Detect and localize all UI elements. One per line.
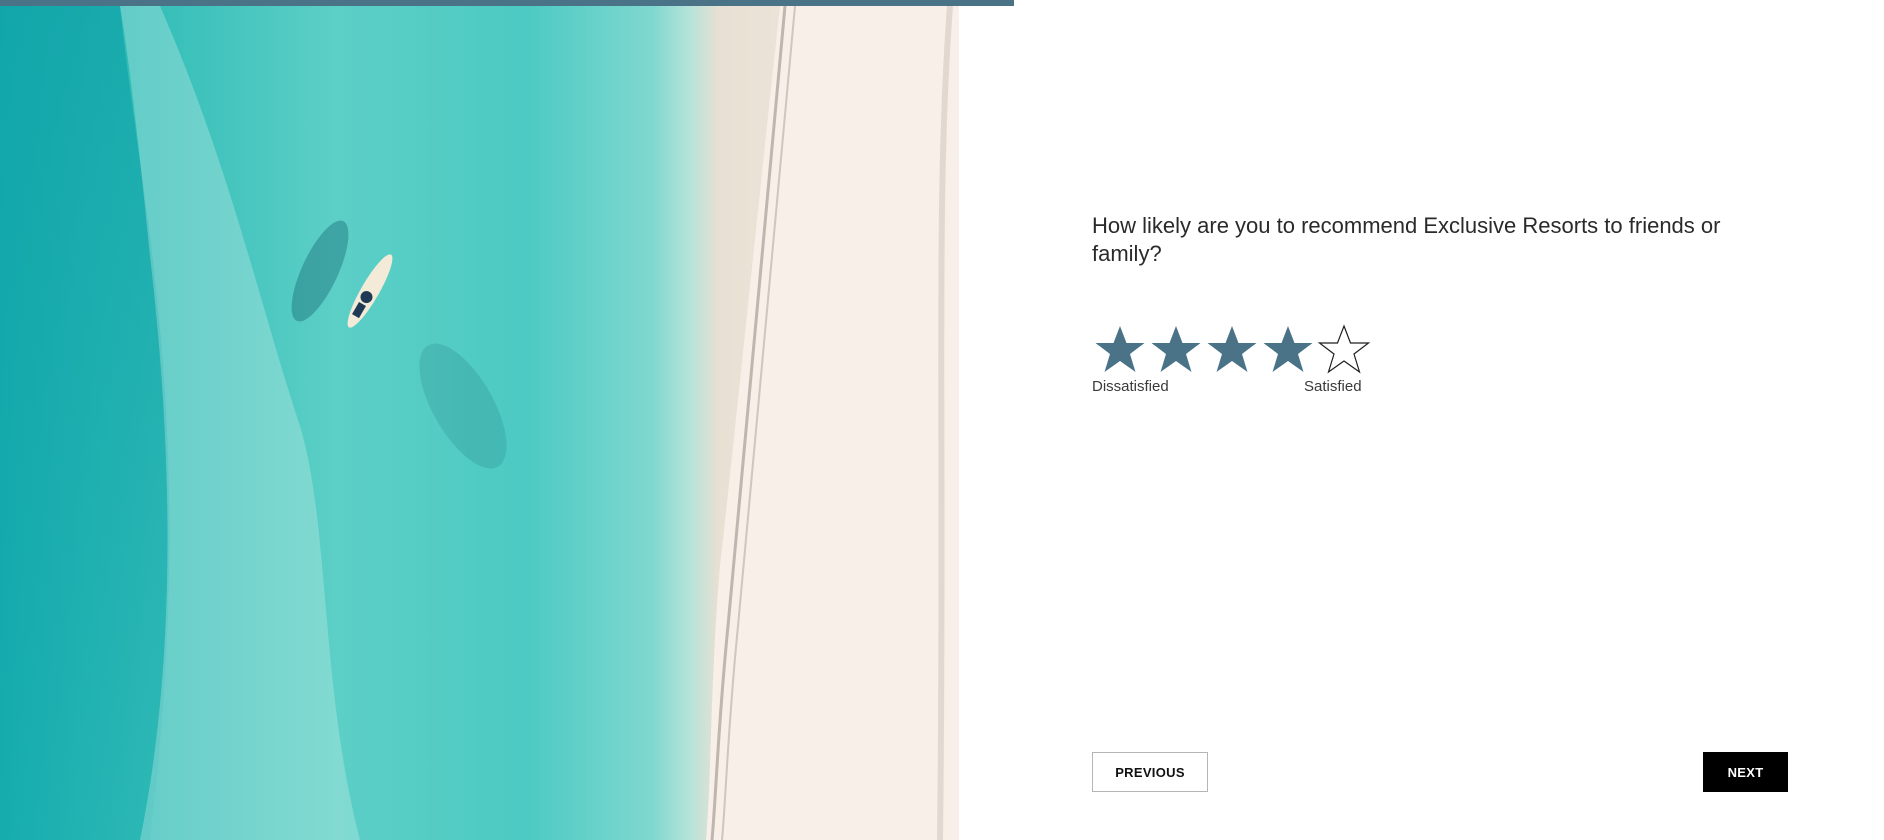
star-rating[interactable] — [1092, 322, 1372, 378]
next-button[interactable]: NEXT — [1703, 752, 1788, 792]
survey-question: How likely are you to recommend Exclusiv… — [1092, 213, 1721, 266]
hero-image — [0, 6, 959, 840]
rating-high-label: Satisfied — [1304, 378, 1362, 395]
star-filled-icon[interactable] — [1204, 322, 1260, 378]
star-empty-icon[interactable] — [1316, 322, 1372, 378]
previous-button[interactable]: PREVIOUS — [1092, 752, 1208, 792]
beach-aerial-photo — [0, 6, 959, 840]
star-filled-icon[interactable] — [1148, 322, 1204, 378]
progress-bar-fill — [0, 0, 1014, 6]
progress-bar — [0, 0, 1884, 6]
survey-panel: How likely are you to recommend Exclusiv… — [959, 6, 1884, 840]
rating-low-label: Dissatisfied — [1092, 378, 1169, 395]
star-filled-icon[interactable] — [1092, 322, 1148, 378]
star-filled-icon[interactable] — [1260, 322, 1316, 378]
